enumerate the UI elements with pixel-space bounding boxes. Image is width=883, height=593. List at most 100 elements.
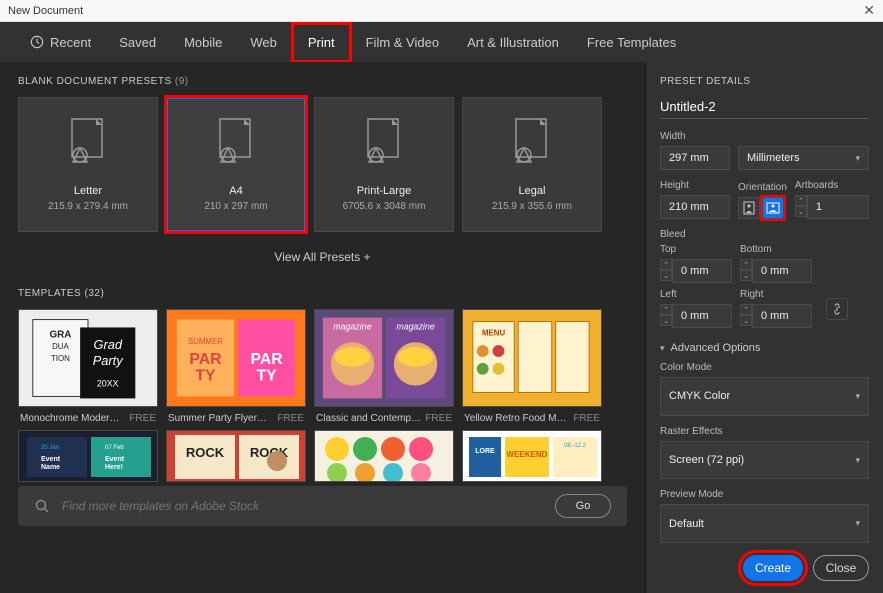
units-select[interactable]: Millimeters ▾	[738, 146, 869, 170]
bleed-left-stepper[interactable]: ⌃⌄	[660, 304, 672, 328]
presets-panel: BLANK DOCUMENT PRESETS (9) Letter 215.9 …	[0, 62, 645, 593]
tab-print[interactable]: Print	[291, 22, 352, 63]
tab-web[interactable]: Web	[236, 25, 291, 60]
svg-text:WEEKEND: WEEKEND	[507, 450, 548, 459]
svg-text:TY: TY	[195, 368, 216, 385]
template-item[interactable]: ROCKROCK	[166, 430, 306, 482]
template-thumb: GRADUATIONGradParty20XX	[18, 309, 158, 407]
close-icon[interactable]: ✕	[863, 2, 875, 19]
bleed-right-stepper[interactable]: ⌃⌄	[740, 304, 752, 328]
orientation-label: Orientation	[738, 182, 787, 193]
template-item[interactable]: SUMMERPARTYPARTY Summer Party Flyer…FREE	[166, 309, 306, 430]
svg-text:Party: Party	[93, 353, 124, 368]
svg-text:magazine: magazine	[396, 321, 434, 331]
template-thumb: magazine magazine	[314, 309, 454, 407]
landscape-icon	[766, 202, 780, 214]
link-bleed-icon[interactable]	[826, 298, 848, 320]
svg-text:Name: Name	[41, 464, 60, 471]
advanced-options-toggle[interactable]: ▾ Advanced Options	[660, 342, 869, 354]
presets-heading: BLANK DOCUMENT PRESETS (9)	[18, 76, 627, 87]
template-item[interactable]: magazinemagazine Classic and Contemp…FRE…	[314, 309, 454, 430]
height-label: Height	[660, 180, 730, 191]
svg-text:PAR: PAR	[250, 351, 283, 368]
template-item[interactable]	[314, 430, 454, 482]
document-name-input[interactable]: Untitled-2	[660, 99, 869, 119]
chevron-down-icon: ▾	[855, 391, 860, 402]
svg-text:LORE: LORE	[475, 448, 495, 455]
preview-mode-select[interactable]: Default▾	[660, 504, 869, 543]
page-icon	[362, 117, 406, 167]
tab-art-illustration[interactable]: Art & Illustration	[453, 25, 573, 60]
template-item[interactable]: LORE WEEKEND 08.-12.2	[462, 430, 602, 482]
window-title: New Document	[8, 5, 83, 17]
page-icon	[66, 117, 110, 167]
bleed-bottom-input[interactable]: 0 mm	[752, 259, 812, 283]
preset-legal[interactable]: Legal 215.9 x 355.6 mm	[462, 97, 602, 232]
preset-details-panel: PRESET DETAILS Untitled-2 Width 297 mm M…	[645, 62, 883, 593]
preset-letter[interactable]: Letter 215.9 x 279.4 mm	[18, 97, 158, 232]
clock-icon	[30, 35, 44, 49]
titlebar: New Document ✕	[0, 0, 883, 22]
bleed-left-input[interactable]: 0 mm	[672, 304, 732, 328]
tab-recent[interactable]: Recent	[16, 25, 105, 60]
tab-mobile[interactable]: Mobile	[170, 25, 236, 60]
bleed-label: Bleed	[660, 229, 869, 240]
preset-print-large[interactable]: Print-Large 6705.6 x 3048 mm	[314, 97, 454, 232]
chevron-down-icon: ▾	[660, 343, 665, 354]
create-button[interactable]: Create	[743, 555, 803, 581]
svg-text:MENU: MENU	[482, 328, 505, 337]
preset-a4[interactable]: A4 210 x 297 mm	[166, 97, 306, 232]
height-input[interactable]: 210 mm	[660, 195, 730, 219]
svg-text:TION: TION	[51, 354, 70, 363]
orientation-portrait[interactable]	[738, 197, 760, 219]
portrait-icon	[743, 201, 755, 215]
bleed-top-input[interactable]: 0 mm	[672, 259, 732, 283]
svg-text:08.-12.2: 08.-12.2	[564, 443, 587, 449]
svg-text:07 Feb: 07 Feb	[105, 445, 124, 451]
tab-saved[interactable]: Saved	[105, 25, 170, 60]
svg-text:Here!: Here!	[105, 464, 123, 471]
raster-effects-select[interactable]: Screen (72 ppi)▾	[660, 441, 869, 480]
svg-text:Event: Event	[41, 456, 61, 463]
tab-free-templates[interactable]: Free Templates	[573, 25, 690, 60]
svg-text:TY: TY	[256, 368, 277, 385]
svg-text:20XX: 20XX	[97, 379, 119, 389]
details-heading: PRESET DETAILS	[660, 76, 869, 87]
view-all-presets[interactable]: View All Presets +	[18, 250, 627, 264]
svg-text:magazine: magazine	[333, 321, 371, 331]
svg-text:PAR: PAR	[189, 351, 222, 368]
template-thumb: MENU	[462, 309, 602, 407]
template-item[interactable]: MENU Yellow Retro Food M…FREE	[462, 309, 602, 430]
bleed-right-input[interactable]: 0 mm	[752, 304, 812, 328]
bleed-top-stepper[interactable]: ⌃⌄	[660, 259, 672, 283]
templates-heading: TEMPLATES (32)	[18, 288, 627, 299]
width-input[interactable]: 297 mm	[660, 146, 730, 170]
template-thumb: SUMMERPARTYPARTY	[166, 309, 306, 407]
svg-text:GRA: GRA	[49, 329, 71, 340]
artboards-label: Artboards	[795, 180, 869, 191]
bleed-bottom-stepper[interactable]: ⌃⌄	[740, 259, 752, 283]
template-item[interactable]: 25 Jan07 FebEventNameEventHere!	[18, 430, 158, 482]
svg-text:Grad: Grad	[93, 337, 122, 352]
chevron-down-icon: ▾	[855, 455, 860, 466]
search-icon	[34, 498, 50, 514]
orientation-landscape[interactable]	[762, 197, 784, 219]
search-input[interactable]	[62, 499, 543, 513]
tab-film-video[interactable]: Film & Video	[352, 25, 453, 60]
svg-text:25 Jan: 25 Jan	[41, 445, 59, 451]
page-icon	[214, 117, 258, 167]
template-search: Go	[18, 486, 627, 526]
svg-text:Event: Event	[105, 456, 125, 463]
artboards-input[interactable]: 1	[807, 195, 869, 219]
artboards-stepper[interactable]: ⌃⌄	[795, 195, 807, 219]
category-tabs: Recent Saved Mobile Web Print Film & Vid…	[0, 22, 883, 62]
go-button[interactable]: Go	[555, 494, 611, 518]
width-label: Width	[660, 131, 869, 142]
close-button[interactable]: Close	[813, 555, 869, 581]
svg-text:ROCK: ROCK	[186, 445, 225, 460]
template-item[interactable]: GRADUATIONGradParty20XX Monochrome Moder…	[18, 309, 158, 430]
tab-label: Recent	[50, 35, 91, 50]
chevron-down-icon: ▾	[855, 518, 860, 529]
color-mode-select[interactable]: CMYK Color▾	[660, 377, 869, 416]
page-icon	[510, 117, 554, 167]
